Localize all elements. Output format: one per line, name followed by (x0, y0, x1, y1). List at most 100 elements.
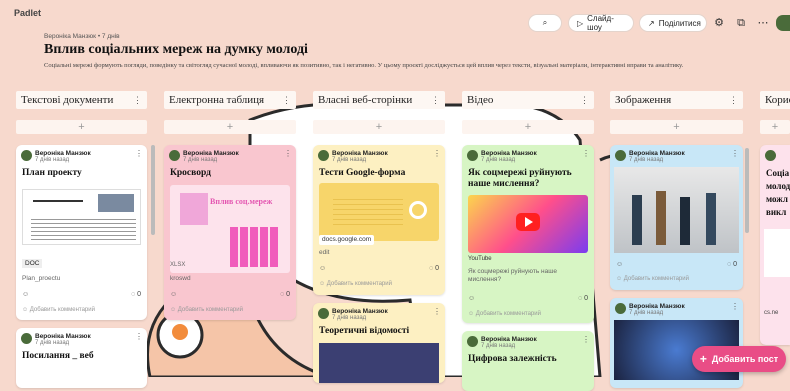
reaction-icon[interactable]: ☺ (170, 291, 177, 298)
post-menu-icon[interactable]: ⋮ (731, 302, 739, 311)
video-description: Як соцмережі руйнують наше мислення? (468, 268, 558, 283)
column-header-spreadsheet[interactable]: Електронна таблиця ⋮ (164, 91, 296, 109)
add-post-column-2[interactable]: + (164, 120, 296, 134)
avatar (21, 333, 32, 344)
comment-input[interactable]: ☺ Добавить комментарий (616, 276, 689, 282)
comment-count: ◌ 0 (577, 295, 588, 302)
file-type-badge: DOC (22, 259, 43, 268)
comment-input[interactable]: ☺ Добавить комментарий (319, 281, 392, 287)
link-domain: cs.ne (764, 310, 779, 316)
share-button[interactable]: ↗ Поділитися (639, 14, 707, 32)
padlet-logo[interactable]: Padlet (14, 8, 41, 18)
add-post-button[interactable]: + Добавить пост (692, 346, 786, 372)
column-menu-icon[interactable]: ⋮ (729, 95, 738, 106)
post-menu-icon[interactable]: ⋮ (433, 149, 441, 158)
reaction-icon[interactable]: ☺ (319, 265, 326, 272)
post-card-image[interactable]: Вероніка Манзюк 7 днів назад ⋮ ☺ ◌ 0 ☺ До… (610, 145, 743, 290)
column-header-text-docs[interactable]: Текстові документи ⋮ (16, 91, 147, 109)
user-avatar[interactable] (776, 15, 790, 31)
post-menu-icon[interactable]: ⋮ (135, 332, 143, 341)
author-name: Вероніка Манзюк (35, 333, 91, 340)
post-author: Вероніка Манзюк 7 днів назад (169, 150, 239, 164)
link-preview-image[interactable] (319, 183, 439, 241)
file-name: kroswd (170, 275, 191, 282)
post-card-crossword[interactable]: Вероніка Манзюк 7 днів назад ⋮ Кросворд В… (164, 145, 296, 320)
fullscreen-icon[interactable]: ⧉ (734, 16, 748, 30)
post-card-google-form[interactable]: Вероніка Манзюк 7 днів назад ⋮ Тести Goog… (313, 145, 445, 295)
post-author: Вероніка Манзюк 7 днів назад (615, 150, 685, 164)
add-post-column-6[interactable]: + (760, 120, 790, 134)
column-menu-icon[interactable]: ⋮ (431, 95, 440, 106)
post-author: Вероніка Манзюк 7 днів назад (21, 333, 91, 347)
post-title: Теоретичні відомості (319, 326, 410, 336)
settings-gear-icon[interactable]: ⚙ (712, 16, 726, 30)
search-button[interactable]: ⌕ (528, 14, 562, 32)
author-name: Вероніка Манзюк (332, 150, 388, 157)
reaction-icon[interactable]: ☺ (616, 261, 623, 268)
post-date: 7 днів назад (332, 157, 367, 163)
avatar (615, 150, 626, 161)
slideshow-button[interactable]: ▷ Слайд-шоу (568, 14, 634, 32)
post-title: Кросворд (170, 168, 211, 178)
post-card-plan[interactable]: Вероніка Манзюк 7 днів назад ⋮ План проек… (16, 145, 147, 320)
post-card-digital-addiction[interactable]: Вероніка Манзюк 7 днів назад ⋮ Цифрова за… (462, 331, 594, 391)
link-preview[interactable] (764, 229, 790, 277)
post-date: 7 днів назад (629, 157, 664, 163)
author-name: Вероніка Манзюк (481, 150, 537, 157)
post-author: Вероніка Манзюк 7 днів назад (467, 150, 537, 164)
column-header-webpages[interactable]: Власні веб-сторінки ⋮ (313, 91, 445, 109)
board-header: Padlet ⌕ ▷ Слайд-шоу ↗ Поділитися ⚙ ⧉ ⋯ Ве… (0, 0, 790, 88)
post-menu-icon[interactable]: ⋮ (582, 335, 590, 344)
post-date: 7 днів назад (183, 157, 218, 163)
column-menu-icon[interactable]: ⋮ (580, 95, 589, 106)
post-card-links[interactable]: Вероніка Манзюк 7 днів назад ⋮ Посилання … (16, 328, 147, 388)
post-title: Як соцмережі руйнують наше мислення? (468, 168, 572, 189)
column-scrollbar[interactable] (745, 148, 749, 233)
comment-input[interactable]: ☺ Добавить комментарий (468, 311, 541, 317)
column-menu-icon[interactable]: ⋮ (282, 95, 291, 106)
column-title: Власні веб-сторінки (318, 94, 413, 106)
column-header-video[interactable]: Відео ⋮ (462, 91, 594, 109)
post-menu-icon[interactable]: ⋮ (433, 307, 441, 316)
post-card-theory[interactable]: Вероніка Манзюк 7 днів назад ⋮ Теоретичні… (313, 303, 445, 383)
file-name: Plan_proectu (22, 275, 61, 282)
reaction-icon[interactable]: ☺ (468, 295, 475, 302)
post-title: Посилання _ веб (22, 351, 94, 361)
slideshow-label: Слайд-шоу (587, 14, 614, 32)
post-date: 7 днів назад (481, 157, 516, 163)
add-post-column-5[interactable]: + (610, 120, 743, 134)
post-menu-icon[interactable]: ⋮ (731, 149, 739, 158)
comment-input[interactable]: ☺ Добавить комментарий (170, 307, 243, 313)
avatar (467, 150, 478, 161)
post-author: Вероніка Манзюк 7 днів назад (21, 150, 91, 164)
more-options-icon[interactable]: ⋯ (756, 16, 770, 30)
author-name: Вероніка Манзюк (629, 303, 685, 310)
author-name: Вероніка Манзюк (481, 336, 537, 343)
video-thumbnail[interactable] (468, 195, 588, 253)
column-header-images[interactable]: Зображення ⋮ (610, 91, 743, 109)
board-description: Соціальні мережі формують погляди, повед… (44, 62, 684, 69)
post-menu-icon[interactable]: ⋮ (582, 149, 590, 158)
column-scrollbar[interactable] (151, 145, 155, 235)
link-subtitle: edit (319, 249, 330, 256)
column-menu-icon[interactable]: ⋮ (133, 95, 142, 106)
post-menu-icon[interactable]: ⋮ (284, 149, 292, 158)
plus-icon: + (699, 352, 707, 366)
post-image[interactable] (614, 167, 739, 253)
post-menu-icon[interactable]: ⋮ (135, 149, 143, 158)
reaction-icon[interactable]: ☺ (22, 291, 29, 298)
add-post-column-3[interactable]: + (313, 120, 445, 134)
post-card-useful[interactable]: Соціа молод можл викл cs.ne (760, 145, 790, 345)
document-preview[interactable] (22, 189, 141, 245)
column-header-useful[interactable]: Корис (760, 91, 790, 109)
comment-input[interactable]: ☺ Добавить комментарий (22, 307, 95, 313)
spreadsheet-preview[interactable]: Вплив соц.мереж (170, 185, 290, 273)
add-post-column-1[interactable]: + (16, 120, 147, 134)
post-card-video[interactable]: Вероніка Манзюк 7 днів назад ⋮ Як соцмере… (462, 145, 594, 323)
post-image[interactable] (319, 343, 439, 383)
post-card-image-2[interactable]: Вероніка Манзюк 7 днів назад ⋮ (610, 298, 743, 388)
post-date: 7 днів назад (35, 340, 70, 346)
link-domain[interactable]: docs.google.com (319, 235, 375, 245)
avatar (169, 150, 180, 161)
add-post-column-4[interactable]: + (462, 120, 594, 134)
